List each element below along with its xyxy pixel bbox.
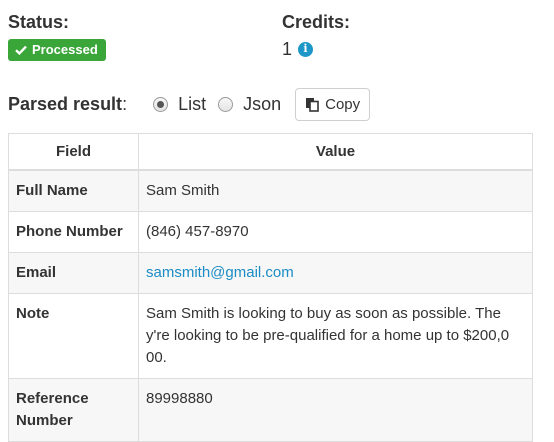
parsed-result-table: Field Value Full Name Sam Smith Phone Nu… [8, 133, 533, 442]
column-header-value: Value [138, 133, 533, 171]
status-badge-text: Processed [32, 42, 98, 57]
field-cell: Email [8, 251, 139, 294]
radio-list[interactable]: List [153, 94, 206, 115]
radio-list-label: List [178, 93, 207, 114]
field-cell: Note [8, 292, 139, 379]
status-section: Status: Processed [8, 11, 106, 61]
radio-list-button[interactable] [153, 96, 169, 112]
credits-section: Credits: 1 i [282, 11, 350, 61]
parsed-result-bar: Parsed result: List Json Copy [8, 87, 534, 121]
parsed-result-label: Parsed result: [8, 93, 128, 114]
table-row: Reference Number 89998880 [8, 377, 533, 442]
value-cell: 89998880 [138, 377, 533, 442]
copy-button-label: Copy [325, 95, 361, 113]
copy-icon [306, 97, 319, 112]
value-cell: Sam Smith [138, 169, 533, 212]
credits-label: Credits: [282, 12, 351, 32]
credits-value: 1 [282, 39, 293, 59]
check-icon [15, 45, 27, 55]
status-label: Status: [8, 12, 70, 32]
table-row: Note Sam Smith is looking to buy as soon… [8, 292, 533, 379]
table-row: Full Name Sam Smith [8, 169, 533, 212]
radio-json-label: Json [243, 93, 282, 114]
field-cell: Phone Number [8, 210, 139, 253]
value-cell: (846) 457-8970 [138, 210, 533, 253]
value-cell: samsmith@gmail.com [138, 251, 533, 294]
status-badge: Processed [8, 39, 106, 61]
copy-button[interactable]: Copy [295, 87, 371, 121]
info-icon[interactable]: i [298, 41, 314, 57]
field-cell: Full Name [8, 169, 139, 212]
radio-json-button[interactable] [218, 96, 234, 112]
radio-json[interactable]: Json [218, 94, 281, 115]
table-row: Email samsmith@gmail.com [8, 251, 533, 294]
table-row: Phone Number (846) 457-8970 [8, 210, 533, 253]
value-cell: Sam Smith is looking to buy as soon as p… [138, 292, 533, 379]
column-header-field: Field [8, 133, 139, 171]
table-header-row: Field Value [8, 133, 533, 171]
field-cell: Reference Number [8, 377, 139, 442]
email-link[interactable]: samsmith@gmail.com [146, 264, 294, 281]
format-radio-group: List Json [153, 94, 293, 115]
